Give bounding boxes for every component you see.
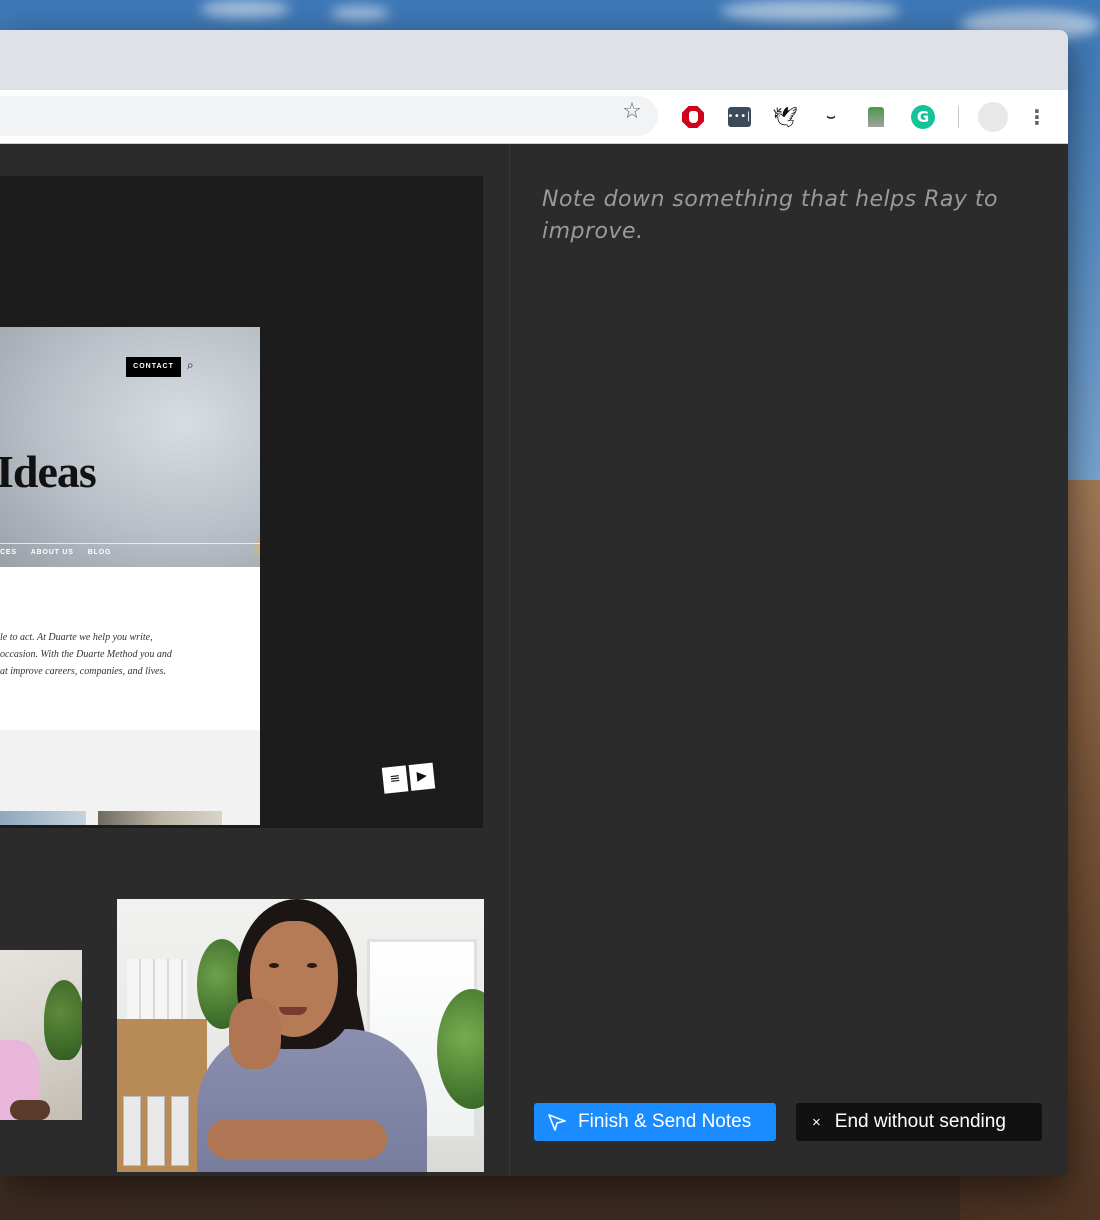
list-icon: ≡ bbox=[381, 765, 409, 794]
binder-shape bbox=[123, 1096, 141, 1166]
binders-shape bbox=[127, 959, 187, 1019]
send-button-label: Finish & Send Notes bbox=[578, 1111, 752, 1132]
shelf-shape bbox=[117, 1019, 207, 1172]
pin-shape bbox=[868, 107, 884, 127]
site-hero: CONTACT ⌕ Ideas CES ABOUT US BLOG bbox=[0, 327, 260, 567]
site-body-line: at improve careers, companies, and lives… bbox=[0, 666, 166, 677]
grammarly-icon[interactable]: G bbox=[910, 104, 936, 130]
end-button-label: End without sending bbox=[834, 1111, 1006, 1132]
stop-sign-shape bbox=[682, 106, 704, 128]
player-logo-icon: ≡ ▶ bbox=[381, 762, 438, 794]
binder-shape bbox=[147, 1096, 165, 1166]
bookmark-star-icon[interactable]: ☆ bbox=[620, 100, 644, 124]
site-nav-item: ABOUT US bbox=[30, 549, 74, 556]
grammarly-glyph: G bbox=[911, 105, 935, 129]
toolbar-divider bbox=[958, 106, 959, 128]
presenter-video-tile bbox=[117, 899, 484, 1172]
pin-extension-icon[interactable] bbox=[863, 104, 889, 130]
address-bar[interactable] bbox=[0, 96, 658, 136]
site-thumbnail bbox=[0, 811, 86, 825]
site-nav-item: CES bbox=[0, 549, 17, 556]
end-without-sending-button[interactable]: × End without sending bbox=[796, 1103, 1042, 1141]
site-body-text: le to act. At Duarte we help you write, … bbox=[0, 629, 240, 680]
mouth-shape bbox=[279, 1007, 307, 1015]
hand-shape bbox=[229, 999, 281, 1069]
wallpaper-cloud bbox=[330, 6, 390, 20]
close-icon: × bbox=[812, 1113, 821, 1131]
adblock-icon[interactable] bbox=[680, 104, 706, 130]
eye-shape bbox=[269, 963, 279, 968]
binder-shape bbox=[171, 1096, 189, 1166]
arm-shape bbox=[207, 1119, 387, 1159]
site-body-line: occasion. With the Duarte Method you and bbox=[0, 649, 172, 660]
bird-extension-icon[interactable]: 🕊 bbox=[772, 104, 798, 130]
site-body-line: le to act. At Duarte we help you write, bbox=[0, 632, 153, 643]
browser-menu-icon[interactable]: ⋮ bbox=[1026, 102, 1048, 132]
site-hero-title: Ideas bbox=[0, 446, 97, 497]
site-nav: CES ABOUT US BLOG bbox=[0, 549, 111, 556]
notes-input[interactable]: Note down something that helps Ray to im… bbox=[542, 184, 1022, 248]
shared-website: CONTACT ⌕ Ideas CES ABOUT US BLOG le to … bbox=[0, 327, 260, 825]
app-content: CONTACT ⌕ Ideas CES ABOUT US BLOG le to … bbox=[0, 144, 1068, 1176]
wallpaper-cloud bbox=[200, 0, 290, 18]
tab-strip bbox=[0, 30, 1068, 90]
play-icon: ▶ bbox=[408, 762, 436, 791]
screen-share-view: CONTACT ⌕ Ideas CES ABOUT US BLOG le to … bbox=[0, 176, 483, 828]
hand-shape bbox=[688, 111, 698, 123]
lastpass-icon[interactable]: •••| bbox=[726, 104, 752, 130]
finish-send-notes-button[interactable]: Finish & Send Notes bbox=[534, 1103, 776, 1141]
participant-video-tile bbox=[0, 950, 82, 1120]
wallpaper-cloud bbox=[720, 0, 900, 22]
site-search-icon: ⌕ bbox=[187, 358, 194, 372]
site-contact-button: CONTACT bbox=[126, 357, 181, 377]
profile-avatar[interactable] bbox=[978, 102, 1008, 132]
browser-toolbar: ☆ •••| 🕊 ⌣ G ⋮ bbox=[0, 90, 1068, 144]
site-thumbnail bbox=[98, 811, 222, 825]
person-arm-shape bbox=[10, 1100, 50, 1120]
browser-window: ☆ •••| 🕊 ⌣ G ⋮ CONTACT ⌕ Ideas CES ABOUT… bbox=[0, 30, 1068, 1176]
site-nav-rule bbox=[0, 543, 260, 544]
lastpass-glyph: •••| bbox=[727, 107, 751, 127]
eye-shape bbox=[307, 963, 317, 968]
site-nav-item: BLOG bbox=[87, 549, 112, 556]
plant-shape bbox=[44, 980, 82, 1060]
send-icon bbox=[548, 1114, 566, 1131]
pane-divider bbox=[509, 144, 510, 1176]
eye-closed-icon[interactable]: ⌣ bbox=[818, 104, 844, 130]
